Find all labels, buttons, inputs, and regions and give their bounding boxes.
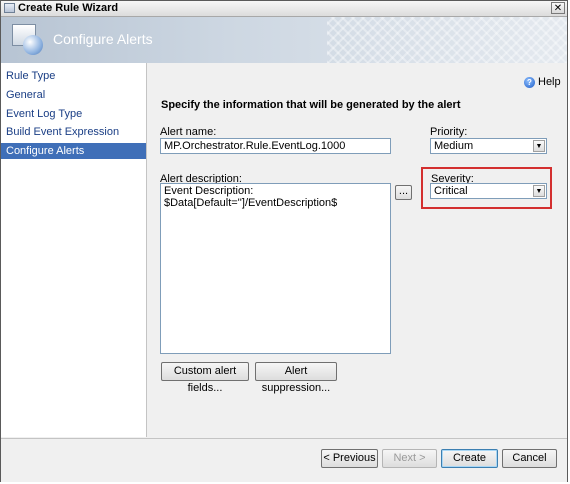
create-button[interactable]: Create <box>441 449 498 468</box>
priority-select[interactable]: Medium ▼ <box>430 138 547 154</box>
priority-label: Priority: <box>430 126 468 138</box>
wizard-orb-icon <box>23 35 43 55</box>
sidebar-item-configure-alerts[interactable]: Configure Alerts <box>1 143 146 159</box>
create-rule-wizard-window: Create Rule Wizard ✕ Configure Alerts Ru… <box>0 0 568 482</box>
window-title: Create Rule Wizard <box>18 2 119 14</box>
alert-description-field[interactable]: Event Description: $Data[Default='']/Eve… <box>160 183 391 354</box>
sidebar-item-rule-type[interactable]: Rule Type <box>1 68 146 84</box>
wizard-steps-sidebar: Rule Type General Event Log Type Build E… <box>1 63 147 437</box>
help-icon[interactable]: ? <box>524 77 535 88</box>
severity-highlight-box <box>421 167 552 209</box>
cancel-button[interactable]: Cancel <box>502 449 557 468</box>
previous-button[interactable]: < Previous <box>321 449 378 468</box>
chevron-down-icon[interactable]: ▼ <box>533 140 545 152</box>
wizard-header: Configure Alerts <box>1 17 567 64</box>
sidebar-item-event-log-type[interactable]: Event Log Type <box>1 106 146 122</box>
alert-suppression-button[interactable]: Alert suppression... <box>255 362 337 394</box>
custom-alert-fields-button[interactable]: Custom alert fields... <box>161 362 249 394</box>
instruction-text: Specify the information that will be gen… <box>161 99 461 111</box>
alert-description-text: Event Description: $Data[Default='']/Eve… <box>164 185 338 209</box>
next-button[interactable]: Next > <box>382 449 437 468</box>
insert-parameter-button[interactable]: ... <box>395 185 412 200</box>
help-link[interactable]: Help <box>538 76 561 88</box>
alert-name-field[interactable]: MP.Orchestrator.Rule.EventLog.1000 <box>160 138 391 154</box>
main-content: ? Help Specify the information that will… <box>147 63 567 437</box>
sidebar-item-general[interactable]: General <box>1 87 146 103</box>
page-title: Configure Alerts <box>53 31 153 47</box>
close-button[interactable]: ✕ <box>551 2 565 14</box>
priority-value: Medium <box>434 140 474 152</box>
sidebar-item-build-event-expression[interactable]: Build Event Expression <box>1 124 146 140</box>
header-decoration <box>327 17 567 63</box>
window-app-icon <box>4 3 15 13</box>
alert-name-label: Alert name: <box>160 126 217 138</box>
title-bar: Create Rule Wizard ✕ <box>1 1 567 17</box>
wizard-footer: < Previous Next > Create Cancel <box>1 438 567 482</box>
